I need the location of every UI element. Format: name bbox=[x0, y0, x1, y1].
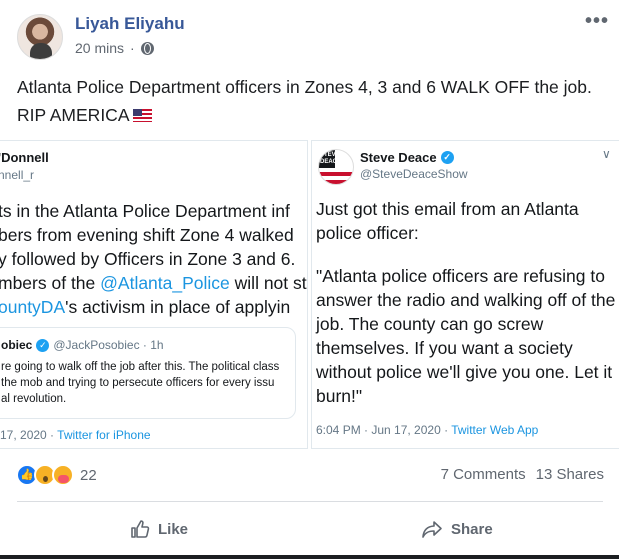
more-options-icon[interactable]: ••• bbox=[585, 10, 609, 33]
facebook-post: Liyah Eliyahu 20 mins · ••• Atlanta Poli… bbox=[0, 0, 619, 559]
quoted-tweet-header: obiec ✓ @JackPosobiec · 1h bbox=[1, 338, 164, 352]
author-name[interactable]: Liyah Eliyahu bbox=[75, 14, 185, 34]
divider bbox=[17, 501, 603, 502]
tweet-source-link[interactable]: Twitter Web App bbox=[451, 423, 538, 437]
comments-count[interactable]: 7 Comments bbox=[441, 466, 526, 483]
share-icon bbox=[422, 521, 442, 538]
tweet-body: Just got this email from an Atlanta poli… bbox=[316, 199, 616, 406]
quoted-tweet-body: re going to walk off the job after this.… bbox=[1, 361, 280, 405]
post-text: Atlanta Police Department officers in Zo… bbox=[17, 73, 612, 129]
tweet-footer: 6:04 PM · Jun 17, 2020 · Twitter Web App bbox=[316, 423, 539, 437]
embedded-tweet-left[interactable]: 'Donnell nnell_r ts in the Atlanta Polic… bbox=[0, 140, 308, 449]
reaction-count[interactable]: 22 bbox=[80, 467, 97, 484]
like-button[interactable]: Like bbox=[130, 512, 188, 546]
bottom-edge-bar bbox=[0, 555, 619, 559]
verified-badge-icon: ✓ bbox=[36, 338, 50, 352]
steve-deace-avatar[interactable]: STEVE DEACE bbox=[318, 149, 354, 185]
tweet-body: ts in the Atlanta Police Department inf … bbox=[0, 201, 307, 317]
author-avatar[interactable] bbox=[17, 14, 63, 60]
mention-link[interactable]: ountyDA bbox=[0, 297, 65, 317]
tweet-source-link[interactable]: Twitter for iPhone bbox=[57, 428, 150, 442]
chevron-down-icon[interactable]: ∨ bbox=[602, 147, 611, 161]
thumbs-up-icon bbox=[131, 520, 150, 538]
us-flag-icon bbox=[132, 109, 152, 122]
engagement-counts: 7 Comments 13 Shares bbox=[441, 466, 604, 483]
post-text-line-2: RIP AMERICA bbox=[17, 101, 612, 129]
verified-badge-icon: ✓ bbox=[440, 151, 454, 164]
quoted-tweet[interactable]: obiec ✓ @JackPosobiec · 1h re going to w… bbox=[0, 327, 296, 419]
care-reaction-icon bbox=[52, 464, 74, 486]
tweet-footer: 17, 2020 · Twitter for iPhone bbox=[0, 428, 151, 442]
reaction-summary[interactable]: 👍 22 bbox=[16, 464, 97, 486]
globe-icon bbox=[140, 41, 154, 55]
embedded-tweet-right[interactable]: STEVE DEACE Steve Deace ✓ @SteveDeaceSho… bbox=[311, 140, 619, 449]
post-time[interactable]: 20 mins bbox=[75, 40, 124, 56]
tweet-author-handle[interactable]: @SteveDeaceShow bbox=[360, 167, 468, 181]
post-meta: 20 mins · bbox=[75, 40, 154, 56]
tweet-author-name[interactable]: 'Donnell bbox=[0, 150, 49, 165]
shares-count[interactable]: 13 Shares bbox=[536, 466, 604, 483]
mention-link[interactable]: @Atlanta_Police bbox=[100, 273, 230, 293]
tweet-author-name[interactable]: Steve Deace ✓ bbox=[360, 150, 454, 165]
tweet-author-handle[interactable]: nnell_r bbox=[0, 168, 34, 182]
share-button[interactable]: Share bbox=[421, 512, 493, 546]
post-text-line-1: Atlanta Police Department officers in Zo… bbox=[17, 77, 592, 97]
